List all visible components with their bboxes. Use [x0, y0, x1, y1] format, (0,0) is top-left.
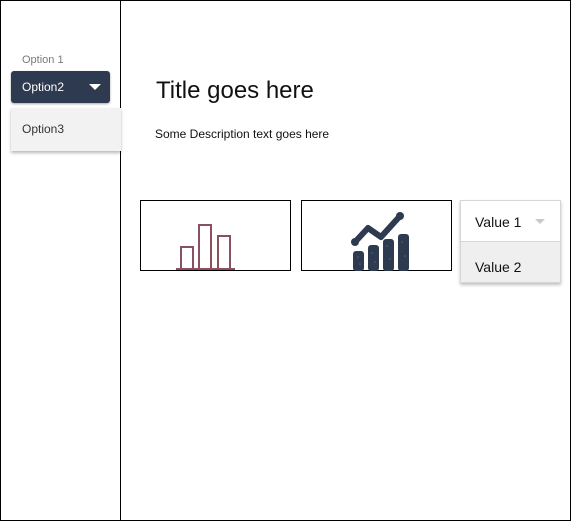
caret-down-icon	[535, 219, 545, 224]
select-option-3[interactable]: Option3	[22, 122, 64, 136]
value-dropdown: Value 1 Value 2	[460, 200, 561, 283]
select-label: Option 1	[22, 54, 64, 66]
page-title: Title goes here	[156, 77, 314, 104]
option-select-menu: Option3	[11, 108, 121, 151]
sidebar: Option 1 Option2 Option3	[0, 0, 121, 521]
growth-chart-icon	[351, 212, 409, 271]
growth-chart-card[interactable]	[301, 200, 452, 271]
chevron-down-icon	[89, 84, 101, 90]
option-select-value: Option2	[22, 80, 65, 94]
option-select[interactable]: Option2	[11, 71, 110, 103]
value-dropdown-toggle[interactable]: Value 1	[461, 201, 560, 242]
bar-chart-outline-icon	[176, 224, 235, 270]
value-dropdown-option-label: Value 2	[475, 259, 522, 275]
value-dropdown-selected: Value 1	[475, 214, 522, 230]
bar-chart-card[interactable]	[140, 200, 291, 271]
value-dropdown-option-2[interactable]: Value 2	[461, 242, 560, 282]
page-description: Some Description text goes here	[155, 127, 330, 141]
